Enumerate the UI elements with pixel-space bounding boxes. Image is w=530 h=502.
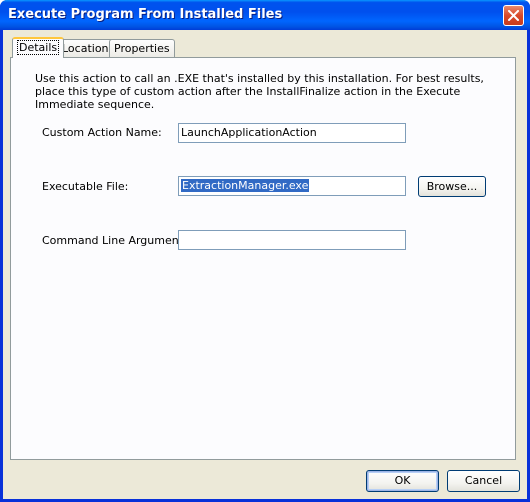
- tab-location[interactable]: Location: [57, 39, 114, 57]
- tab-details[interactable]: Details: [12, 37, 65, 58]
- close-icon: [508, 10, 519, 21]
- tab-label: Details: [17, 40, 60, 55]
- close-button[interactable]: [503, 5, 524, 26]
- ok-button[interactable]: OK: [366, 470, 439, 492]
- custom-action-name-value: LaunchApplicationAction: [181, 126, 317, 139]
- tab-label: Properties: [114, 42, 170, 55]
- window-title: Execute Program From Installed Files: [8, 7, 283, 22]
- custom-action-name-label: Custom Action Name:: [42, 126, 162, 139]
- executable-file-label: Executable File:: [42, 180, 129, 193]
- custom-action-name-input[interactable]: LaunchApplicationAction: [178, 123, 406, 143]
- cancel-button[interactable]: Cancel: [447, 470, 520, 492]
- tab-properties[interactable]: Properties: [109, 39, 175, 57]
- executable-file-value: ExtractionManager.exe: [181, 179, 310, 192]
- details-panel: Use this action to call an .EXE that's i…: [10, 57, 516, 460]
- command-line-arguments-input[interactable]: [178, 230, 406, 250]
- description-text: Use this action to call an .EXE that's i…: [35, 72, 484, 111]
- command-line-arguments-label: Command Line Arguments:: [42, 234, 193, 247]
- title-bar[interactable]: Execute Program From Installed Files: [0, 0, 530, 30]
- browse-button[interactable]: Browse...: [418, 176, 486, 197]
- executable-file-input[interactable]: ExtractionManager.exe: [178, 176, 406, 196]
- tab-label: Location: [62, 42, 109, 55]
